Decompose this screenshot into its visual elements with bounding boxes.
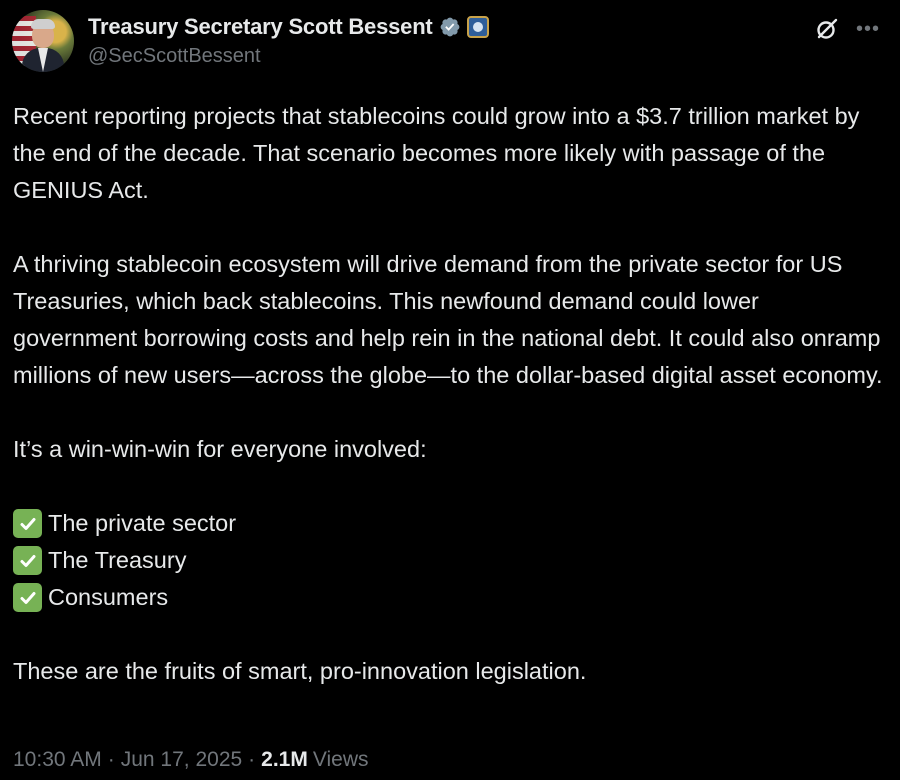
author-names: Treasury Secretary Scott Bessent @SecSco… [88, 12, 489, 68]
grok-icon[interactable] [814, 16, 840, 42]
tweet-paragraph-1: Recent reporting projects that stablecoi… [13, 103, 860, 203]
checklist: The private sector The Treasury Consumer… [13, 505, 883, 616]
tweet-paragraph-4: These are the fruits of smart, pro-innov… [13, 658, 587, 684]
tweet: Treasury Secretary Scott Bessent @SecSco… [0, 0, 900, 780]
checklist-item: The private sector [13, 505, 883, 542]
name-row: Treasury Secretary Scott Bessent [88, 12, 489, 42]
meta-separator: · [248, 748, 256, 771]
tweet-meta: 10:30 AM · Jun 17, 2025 · 2.1M Views [13, 748, 369, 772]
checklist-item-label: The Treasury [48, 547, 187, 573]
tweet-header: Treasury Secretary Scott Bessent @SecSco… [12, 10, 888, 76]
checklist-item-label: The private sector [48, 510, 237, 536]
verified-badge-icon[interactable] [439, 16, 461, 38]
tweet-time[interactable]: 10:30 AM [13, 748, 102, 772]
tweet-paragraph-3: It’s a win-win-win for everyone involved… [13, 436, 427, 462]
author-display-name[interactable]: Treasury Secretary Scott Bessent [88, 14, 433, 40]
tweet-date[interactable]: Jun 17, 2025 [121, 748, 242, 772]
header-actions: ••• [814, 16, 880, 42]
meta-separator: · [107, 748, 115, 771]
checklist-item: The Treasury [13, 542, 883, 579]
checklist-item: Consumers [13, 579, 883, 616]
checklist-item-label: Consumers [48, 584, 169, 610]
hair-shape [31, 19, 55, 29]
check-mark-icon [13, 583, 42, 612]
more-options-icon[interactable]: ••• [856, 19, 880, 39]
author-handle[interactable]: @SecScottBessent [88, 45, 489, 68]
avatar[interactable] [12, 10, 74, 72]
check-mark-icon [13, 509, 42, 538]
views-label: Views [312, 748, 369, 771]
treasury-seal-icon[interactable] [466, 16, 489, 38]
tweet-paragraph-2: A thriving stablecoin ecosystem will dri… [13, 251, 883, 388]
check-mark-icon [13, 546, 42, 575]
tweet-body: Recent reporting projects that stablecoi… [13, 98, 883, 690]
views-count[interactable]: 2.1M [261, 748, 308, 772]
